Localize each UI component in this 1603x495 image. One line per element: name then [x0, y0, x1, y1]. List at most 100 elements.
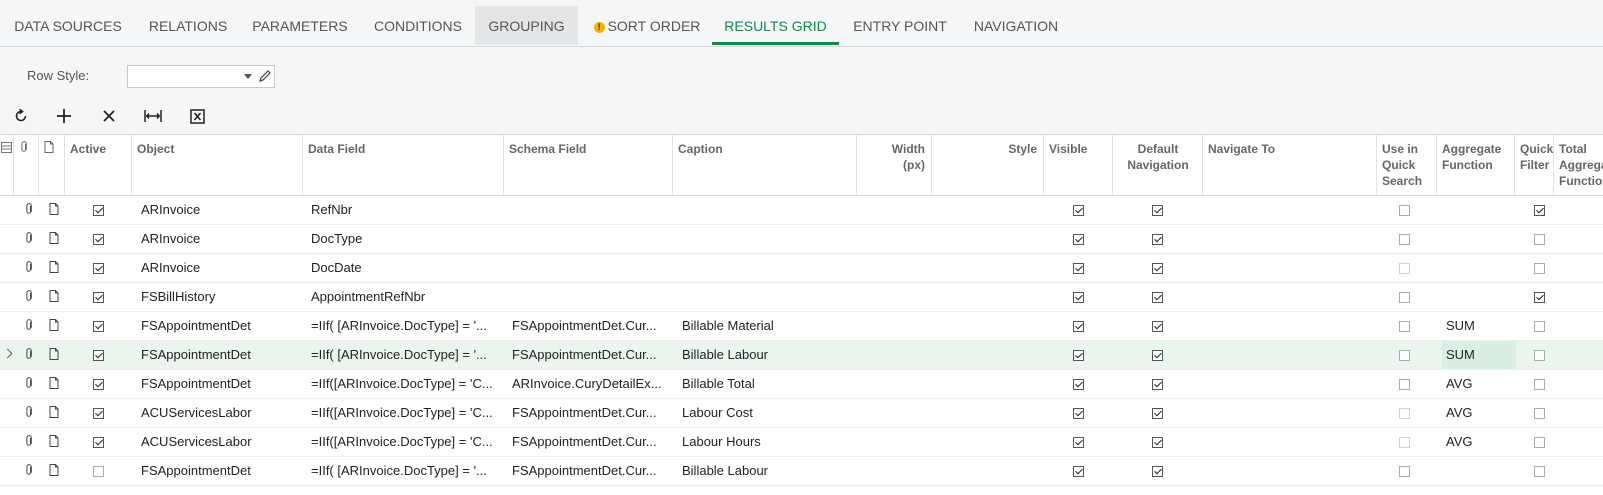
file-icon[interactable] — [49, 203, 59, 215]
column-header-quick-filter[interactable]: Quick Filter — [1515, 135, 1554, 195]
table-row[interactable]: ARInvoice DocType — [0, 225, 1603, 254]
default-navigation-checkbox[interactable] — [1152, 350, 1163, 361]
delete-row-button[interactable] — [97, 104, 121, 128]
table-row[interactable]: ARInvoice RefNbr — [0, 196, 1603, 225]
caption-cell[interactable]: Labour Hours — [678, 428, 857, 456]
column-header-quick-search[interactable]: Use in Quick Search — [1377, 135, 1437, 195]
quick-search-checkbox[interactable] — [1399, 408, 1410, 419]
aggregate-function-cell[interactable] — [1442, 254, 1516, 282]
default-navigation-checkbox[interactable] — [1152, 379, 1163, 390]
active-checkbox[interactable] — [93, 437, 104, 448]
active-checkbox[interactable] — [93, 234, 104, 245]
tab-conditions[interactable]: CONDITIONS — [364, 6, 472, 45]
tab-navigation[interactable]: NAVIGATION — [966, 6, 1066, 45]
tab-data-sources[interactable]: DATA SOURCES — [8, 6, 128, 45]
caption-cell[interactable] — [678, 283, 857, 311]
visible-checkbox[interactable] — [1073, 321, 1084, 332]
paperclip-icon[interactable] — [24, 464, 34, 476]
quick-filter-checkbox[interactable] — [1534, 437, 1545, 448]
aggregate-function-cell[interactable] — [1442, 283, 1516, 311]
paperclip-icon[interactable] — [24, 261, 34, 273]
caption-cell[interactable]: Billable Material — [678, 312, 857, 340]
data-field-cell[interactable]: RefNbr — [307, 196, 504, 224]
quick-filter-checkbox[interactable] — [1534, 466, 1545, 477]
aggregate-function-cell[interactable]: AVG — [1442, 399, 1516, 427]
table-row[interactable]: ACUServicesLabor =IIf([ARInvoice.DocType]… — [0, 399, 1603, 428]
visible-checkbox[interactable] — [1073, 437, 1084, 448]
object-cell[interactable]: ACUServicesLabor — [137, 428, 303, 456]
table-row[interactable]: FSBillHistory AppointmentRefNbr — [0, 283, 1603, 312]
column-header-object[interactable]: Object — [132, 135, 303, 195]
paperclip-icon[interactable] — [24, 435, 34, 447]
data-field-cell[interactable]: DocDate — [307, 254, 504, 282]
quick-search-checkbox[interactable] — [1399, 292, 1410, 303]
caption-cell[interactable] — [678, 196, 857, 224]
export-excel-button[interactable] — [185, 104, 209, 128]
object-cell[interactable]: FSAppointmentDet — [137, 370, 303, 398]
paperclip-icon[interactable] — [24, 290, 34, 302]
schema-field-cell[interactable]: FSAppointmentDet.Cur... — [508, 341, 673, 369]
paperclip-icon[interactable] — [24, 319, 34, 331]
tab-sort-order[interactable]: ! SORT ORDER — [588, 6, 706, 45]
default-navigation-checkbox[interactable] — [1152, 408, 1163, 419]
default-navigation-checkbox[interactable] — [1152, 437, 1163, 448]
row-style-select[interactable] — [127, 65, 275, 88]
schema-field-cell[interactable] — [508, 225, 673, 253]
quick-search-checkbox[interactable] — [1399, 263, 1410, 274]
active-checkbox[interactable] — [93, 205, 104, 216]
visible-checkbox[interactable] — [1073, 263, 1084, 274]
object-cell[interactable]: ARInvoice — [137, 254, 303, 282]
table-row[interactable]: FSAppointmentDet =IIf( [ARInvoice.DocType… — [0, 312, 1603, 341]
caption-cell[interactable] — [678, 254, 857, 282]
data-field-cell[interactable]: =IIf( [ARInvoice.DocType] = '... — [307, 341, 504, 369]
file-icon[interactable] — [49, 464, 59, 476]
active-checkbox[interactable] — [93, 292, 104, 303]
fit-columns-button[interactable] — [141, 104, 165, 128]
visible-checkbox[interactable] — [1073, 205, 1084, 216]
paperclip-icon[interactable] — [24, 377, 34, 389]
default-navigation-checkbox[interactable] — [1152, 321, 1163, 332]
tab-parameters[interactable]: PARAMETERS — [246, 6, 354, 45]
schema-field-cell[interactable] — [508, 254, 673, 282]
paperclip-icon[interactable] — [24, 232, 34, 244]
quick-search-checkbox[interactable] — [1399, 466, 1410, 477]
column-header-default-navigation[interactable]: Default Navigation — [1113, 135, 1203, 195]
file-icon[interactable] — [49, 290, 59, 302]
file-icon[interactable] — [49, 435, 59, 447]
object-cell[interactable]: FSAppointmentDet — [137, 341, 303, 369]
aggregate-function-cell[interactable] — [1442, 196, 1516, 224]
aggregate-function-cell[interactable]: SUM — [1442, 341, 1516, 369]
file-icon[interactable] — [49, 348, 59, 360]
data-field-cell[interactable]: =IIf( [ARInvoice.DocType] = '... — [307, 312, 504, 340]
quick-search-checkbox[interactable] — [1399, 437, 1410, 448]
column-header-data-field[interactable]: Data Field — [303, 135, 504, 195]
aggregate-function-cell[interactable]: AVG — [1442, 370, 1516, 398]
schema-field-cell[interactable]: FSAppointmentDet.Cur... — [508, 312, 673, 340]
object-cell[interactable]: FSAppointmentDet — [137, 312, 303, 340]
schema-field-cell[interactable]: FSAppointmentDet.Cur... — [508, 428, 673, 456]
quick-filter-checkbox[interactable] — [1534, 263, 1545, 274]
quick-filter-checkbox[interactable] — [1534, 321, 1545, 332]
object-cell[interactable]: FSAppointmentDet — [137, 457, 303, 485]
file-icon[interactable] — [49, 232, 59, 244]
column-header-style[interactable]: Style — [932, 135, 1044, 195]
column-header-caption[interactable]: Caption — [673, 135, 857, 195]
paperclip-icon[interactable] — [24, 406, 34, 418]
pencil-icon[interactable] — [258, 69, 272, 83]
active-checkbox[interactable] — [93, 466, 104, 477]
visible-checkbox[interactable] — [1073, 466, 1084, 477]
visible-checkbox[interactable] — [1073, 408, 1084, 419]
quick-filter-checkbox[interactable] — [1534, 205, 1545, 216]
table-row[interactable]: FSAppointmentDet =IIf([ARInvoice.DocType]… — [0, 370, 1603, 399]
quick-filter-checkbox[interactable] — [1534, 408, 1545, 419]
schema-field-cell[interactable]: FSAppointmentDet.Cur... — [508, 399, 673, 427]
column-header-total-aggregate[interactable]: Total Aggregate Function — [1554, 135, 1603, 195]
caption-cell[interactable]: Billable Labour — [678, 341, 857, 369]
data-field-cell[interactable]: =IIf([ARInvoice.DocType] = 'C... — [307, 370, 504, 398]
active-checkbox[interactable] — [93, 379, 104, 390]
file-icon[interactable] — [49, 319, 59, 331]
aggregate-function-cell[interactable] — [1442, 457, 1516, 485]
table-row[interactable]: FSAppointmentDet =IIf( [ARInvoice.DocType… — [0, 457, 1603, 486]
data-field-cell[interactable]: DocType — [307, 225, 504, 253]
active-checkbox[interactable] — [93, 263, 104, 274]
